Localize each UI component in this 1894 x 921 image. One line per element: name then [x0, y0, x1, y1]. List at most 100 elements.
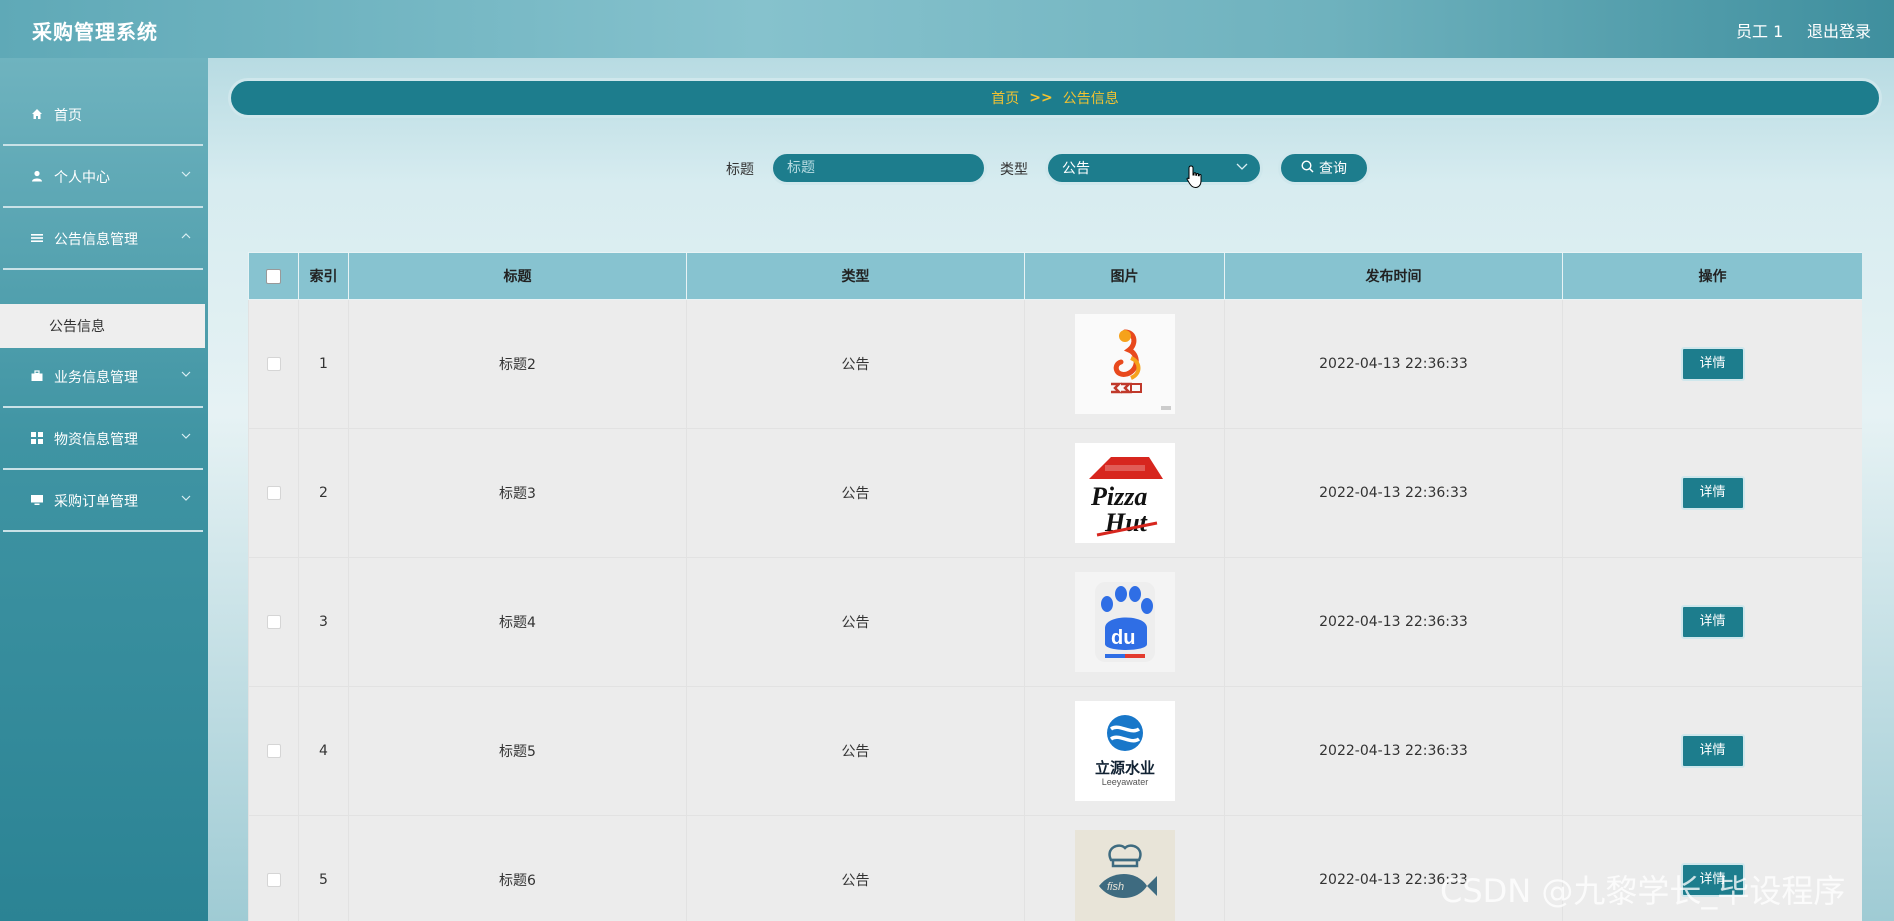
- sidebar-item-label: 首页: [54, 108, 82, 124]
- thumbnail-fish-chef-logo[interactable]: fish: [1074, 830, 1175, 921]
- row-type: 公告: [686, 686, 1025, 816]
- row-image-cell: [1024, 299, 1225, 429]
- row-select-cell: [248, 557, 299, 687]
- row-index: 1: [298, 299, 349, 429]
- detail-button[interactable]: 详情: [1680, 734, 1745, 768]
- column-header-index: 索引: [298, 252, 349, 300]
- table-row: 4 标题5 公告 立源水业 Leeyawater 2022-04-13 22:3…: [248, 686, 1862, 816]
- row-title: 标题5: [348, 686, 687, 816]
- notice-table: 索引 标题 类型 图片 发布时间 操作 1 标题2 公告 2022-04-13 …: [248, 252, 1862, 921]
- table-row: 2 标题3 公告 Pizza Hut 2022-04-13 22:36:33 详…: [248, 428, 1862, 558]
- sidebar-item-label: 公告信息管理: [54, 232, 138, 248]
- breadcrumb-current: 公告信息: [1062, 91, 1119, 107]
- row-select-cell: [248, 815, 299, 921]
- baidu-du-text: du: [1111, 627, 1135, 649]
- table-header-row: 索引 标题 类型 图片 发布时间 操作: [248, 252, 1862, 300]
- logout-link[interactable]: 退出登录: [1807, 18, 1871, 42]
- row-image-cell: fish: [1024, 815, 1225, 921]
- row-publish-time: 2022-04-13 22:36:33: [1224, 686, 1563, 816]
- table-row: 1 标题2 公告 2022-04-13 22:36:33 详情: [248, 299, 1862, 429]
- row-action-cell: 详情: [1562, 557, 1862, 687]
- sidebar-item-business-management[interactable]: 业务信息管理: [3, 348, 203, 408]
- sidebar-item-personal-center[interactable]: 个人中心: [3, 148, 203, 208]
- grid-icon: [28, 431, 46, 447]
- liyuan-en-text: Leeyawater: [1101, 777, 1148, 787]
- chevron-up-icon: [181, 232, 191, 243]
- chevron-down-icon: [181, 170, 191, 181]
- type-select-value: 公告: [1062, 161, 1090, 177]
- type-select[interactable]: 公告: [1045, 151, 1263, 185]
- row-action-cell: 详情: [1562, 428, 1862, 558]
- row-select-cell: [248, 299, 299, 429]
- monitor-icon: [28, 494, 46, 509]
- chevron-down-icon: [181, 432, 191, 443]
- select-all-checkbox[interactable]: [266, 268, 281, 284]
- app-title: 采购管理系统: [32, 20, 158, 44]
- row-checkbox[interactable]: [266, 873, 281, 887]
- sidebar-item-label: 个人中心: [54, 170, 110, 186]
- column-header-publish-time: 发布时间: [1224, 252, 1563, 300]
- fish-text: fish: [1107, 881, 1124, 893]
- sidebar-item-notice-management[interactable]: 公告信息管理: [3, 210, 203, 270]
- row-index: 4: [298, 686, 349, 816]
- sidebar-subitem-notice-info[interactable]: 公告信息: [0, 304, 205, 348]
- sidebar: 首页 个人中心 公告信息管理 公告信息 业务信息管理 物资信息管理 采购订单管理: [0, 58, 208, 921]
- query-button-label: 查询: [1319, 161, 1347, 177]
- row-select-cell: [248, 428, 299, 558]
- thumbnail-baidu-logo[interactable]: du: [1074, 572, 1175, 672]
- list-icon: [28, 232, 46, 247]
- row-checkbox[interactable]: [266, 744, 281, 758]
- row-checkbox[interactable]: [266, 486, 281, 500]
- sidebar-item-purchase-order-management[interactable]: 采购订单管理: [3, 472, 203, 532]
- row-checkbox[interactable]: [266, 615, 281, 629]
- row-image-cell: du: [1024, 557, 1225, 687]
- row-type: 公告: [686, 428, 1025, 558]
- search-icon: [1301, 159, 1314, 177]
- sidebar-item-home[interactable]: 首页: [3, 86, 203, 146]
- chevron-down-icon: [1236, 161, 1248, 174]
- column-header-title: 标题: [348, 252, 687, 300]
- row-index: 5: [298, 815, 349, 921]
- column-header-image: 图片: [1024, 252, 1225, 300]
- chevron-down-icon: [181, 494, 191, 505]
- column-header-type: 类型: [686, 252, 1025, 300]
- current-user[interactable]: 员工 1: [1736, 18, 1783, 42]
- row-publish-time: 2022-04-13 22:36:33: [1224, 557, 1563, 687]
- watermark: CSDN @九黎学长_毕设程序: [1440, 872, 1846, 910]
- detail-button[interactable]: 详情: [1680, 347, 1745, 381]
- row-publish-time: 2022-04-13 22:36:33: [1224, 299, 1563, 429]
- home-icon: [28, 108, 46, 123]
- type-label: 类型: [1000, 162, 1028, 178]
- breadcrumb-home[interactable]: 首页: [991, 88, 1019, 108]
- title-search-input[interactable]: [770, 151, 987, 185]
- top-bar: 采购管理系统 员工 1 退出登录: [0, 0, 1894, 58]
- sidebar-item-material-management[interactable]: 物资信息管理: [3, 410, 203, 470]
- breadcrumb-separator: >>: [1029, 90, 1053, 106]
- row-title: 标题6: [348, 815, 687, 921]
- pizza-text: Pizza: [1090, 482, 1147, 511]
- row-title: 标题2: [348, 299, 687, 429]
- mouse-cursor-icon: [1186, 165, 1204, 193]
- row-title: 标题4: [348, 557, 687, 687]
- sidebar-item-label: 采购订单管理: [54, 494, 138, 510]
- row-image-cell: Pizza Hut: [1024, 428, 1225, 558]
- row-checkbox[interactable]: [266, 357, 281, 371]
- thumbnail-33-logo[interactable]: [1074, 314, 1175, 414]
- briefcase-icon: [28, 369, 46, 385]
- row-type: 公告: [686, 299, 1025, 429]
- detail-button[interactable]: 详情: [1680, 476, 1745, 510]
- row-type: 公告: [686, 815, 1025, 921]
- thumbnail-liyuan-water-logo[interactable]: 立源水业 Leeyawater: [1074, 701, 1175, 801]
- row-type: 公告: [686, 557, 1025, 687]
- liyuan-cn-text: 立源水业: [1094, 759, 1154, 777]
- breadcrumb: 首页 >> 公告信息: [228, 78, 1882, 118]
- user-icon: [28, 170, 46, 185]
- query-button[interactable]: 查询: [1278, 151, 1370, 185]
- row-index: 2: [298, 428, 349, 558]
- thumbnail-pizza-hut-logo[interactable]: Pizza Hut: [1074, 443, 1175, 543]
- row-action-cell: 详情: [1562, 299, 1862, 429]
- row-image-cell: 立源水业 Leeyawater: [1024, 686, 1225, 816]
- select-all-cell: [248, 252, 299, 300]
- detail-button[interactable]: 详情: [1680, 605, 1745, 639]
- title-label: 标题: [726, 162, 754, 178]
